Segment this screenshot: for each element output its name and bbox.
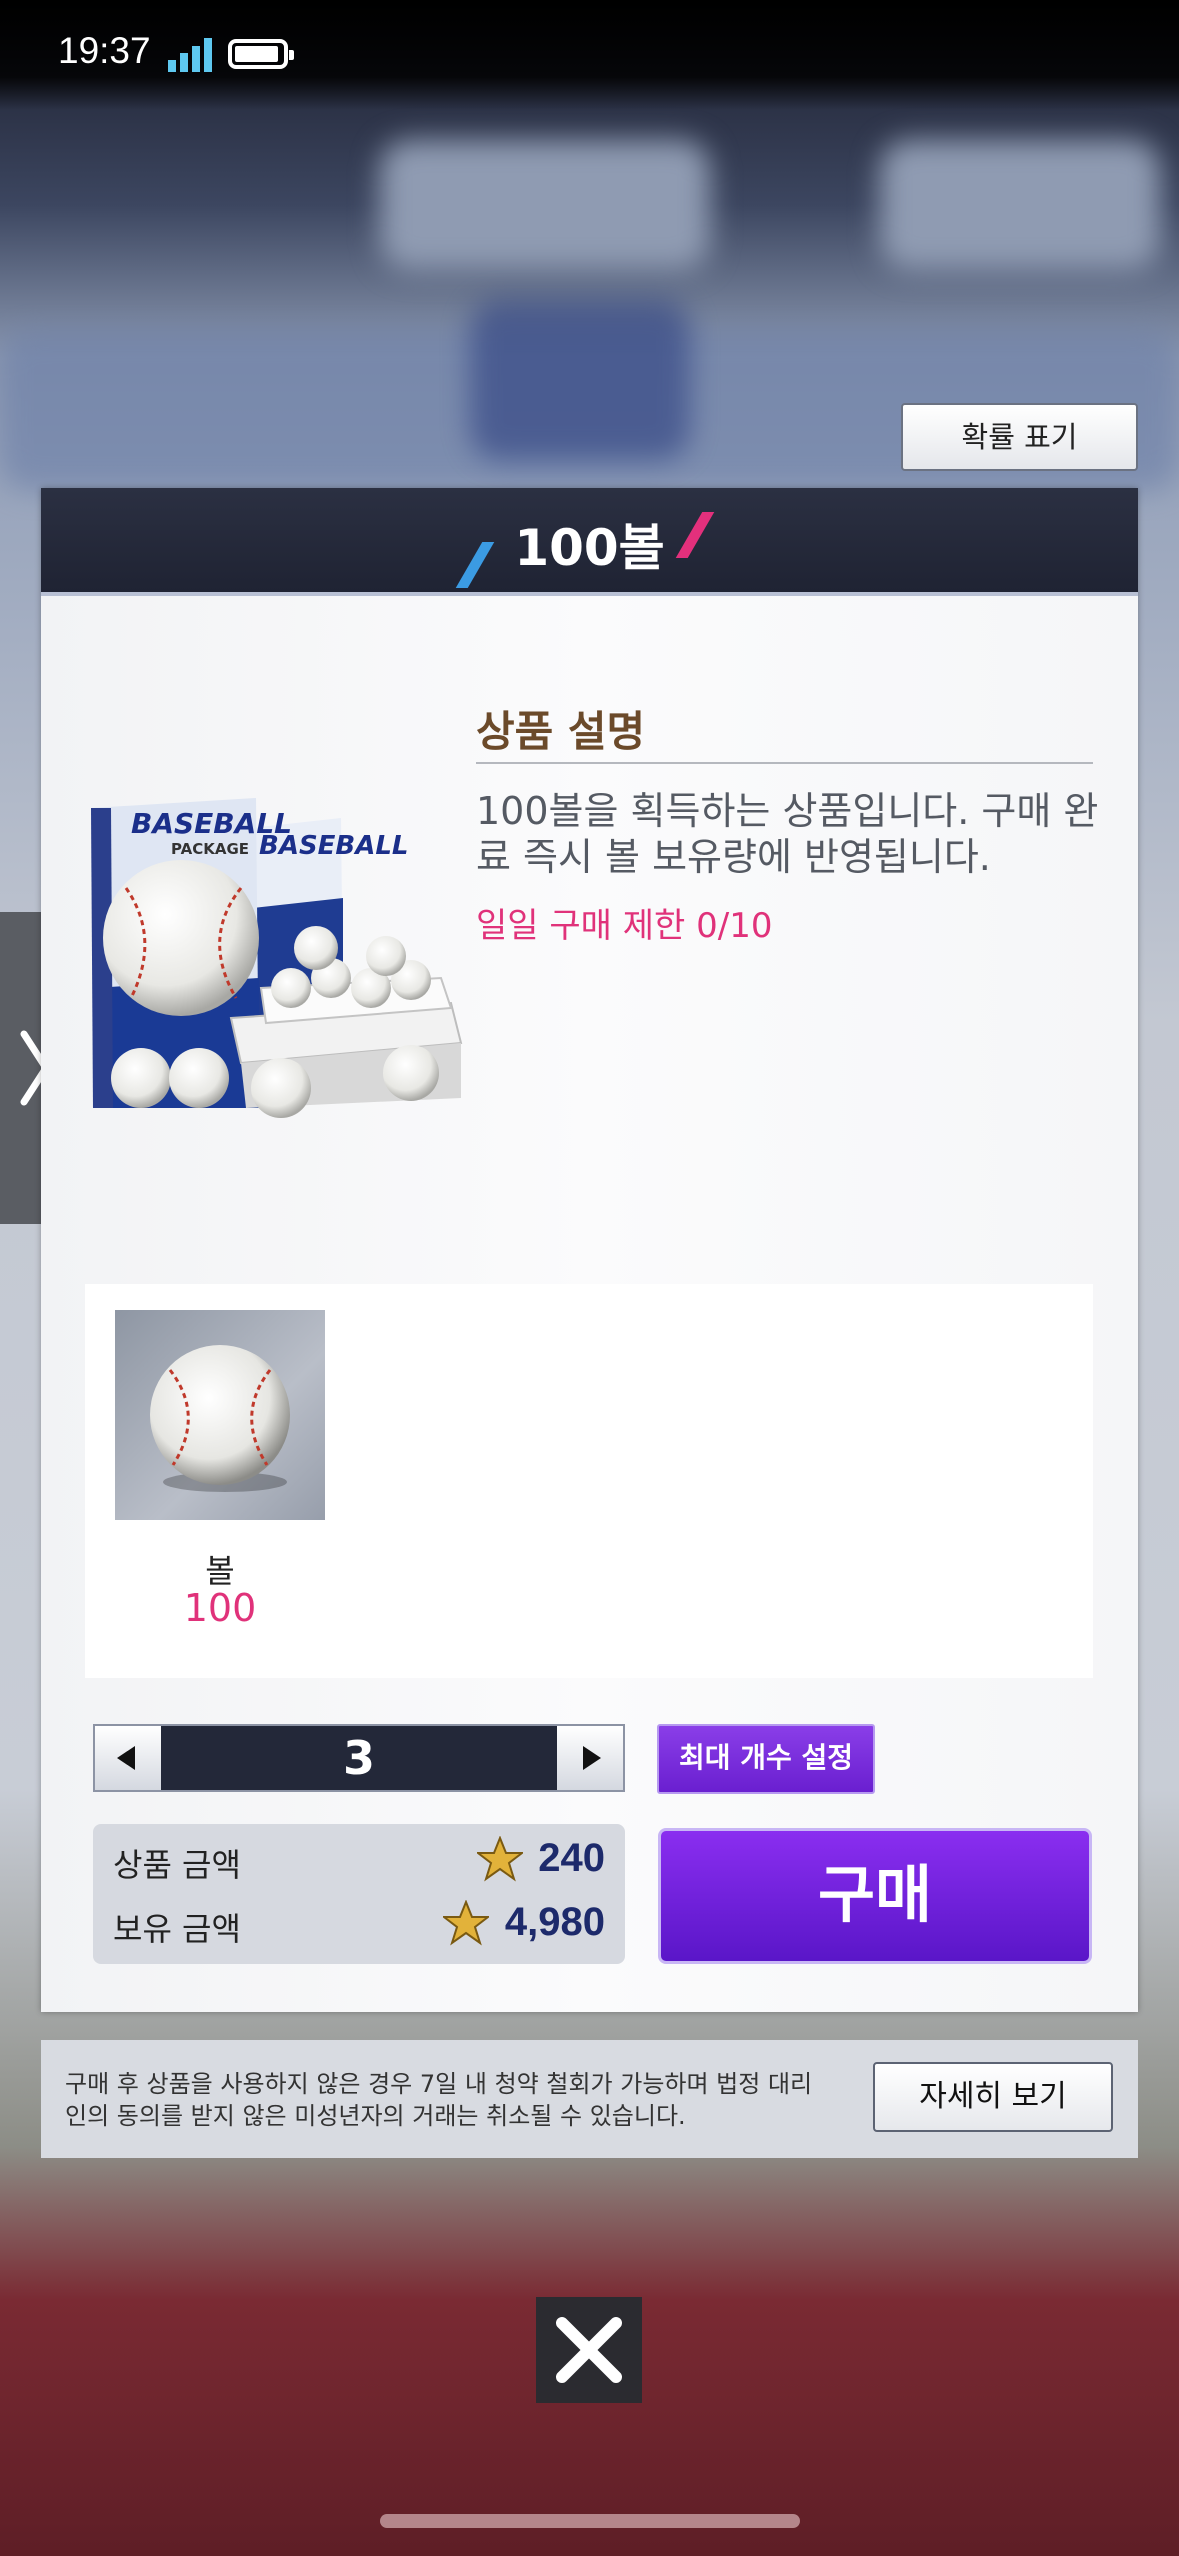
daily-limit-text: 일일 구매 제한 0/10 bbox=[476, 906, 773, 946]
max-quantity-button[interactable]: 최대 개수 설정 bbox=[657, 1724, 875, 1794]
signal-icon bbox=[168, 38, 212, 72]
price-label: 상품 금액 bbox=[113, 1846, 241, 1884]
baseball-icon bbox=[150, 1345, 290, 1492]
close-icon bbox=[556, 2317, 622, 2383]
buy-button[interactable]: 구매 bbox=[658, 1828, 1092, 1964]
reward-items-box: 볼 100 bbox=[85, 1284, 1093, 1678]
package-text: PACKAGE bbox=[171, 840, 249, 858]
status-time: 19:37 bbox=[58, 30, 151, 71]
baseball-package-image: BASEBALL BASEBALL PACKAGE bbox=[91, 798, 463, 1118]
view-details-button[interactable]: 자세히 보기 bbox=[873, 2062, 1113, 2132]
close-button[interactable] bbox=[536, 2297, 642, 2403]
price-summary: 상품 금액 240 보유 금액 4,980 bbox=[93, 1824, 625, 1964]
refund-notice: 구매 후 상품을 사용하지 않은 경우 7일 내 청약 철회가 가능하며 법정 … bbox=[41, 2040, 1138, 2158]
description-title: 상품 설명 bbox=[476, 707, 646, 756]
reward-item-tile[interactable] bbox=[115, 1310, 325, 1520]
reward-item-quantity: 100 bbox=[183, 1586, 257, 1630]
price-value: 240 bbox=[538, 1836, 605, 1880]
notice-text: 구매 후 상품을 사용하지 않은 경우 7일 내 청약 철회가 가능하며 법정 … bbox=[65, 2070, 813, 2130]
quantity-value[interactable]: 3 bbox=[161, 1726, 557, 1790]
description-text: 100볼을 획득하는 상품입니다. 구매 완료 즉시 볼 보유량에 반영됩니다. bbox=[476, 789, 1099, 879]
quantity-stepper: 3 bbox=[93, 1724, 625, 1792]
brand-text: BASEBALL bbox=[131, 807, 292, 840]
star-icon bbox=[477, 1836, 523, 1882]
star-icon bbox=[443, 1900, 489, 1946]
status-bar: 19:37 bbox=[0, 0, 1179, 110]
owned-label: 보유 금액 bbox=[113, 1910, 241, 1948]
owned-value: 4,980 bbox=[504, 1900, 605, 1944]
description-divider bbox=[476, 762, 1093, 764]
decrease-button[interactable] bbox=[95, 1726, 161, 1790]
increase-button[interactable] bbox=[557, 1726, 623, 1790]
panel-header: 100볼 bbox=[41, 488, 1138, 596]
purchase-panel: 100볼 BASEBALL BASEBALL PACKAGE 상품 설명 100… bbox=[41, 488, 1138, 2012]
battery-icon bbox=[228, 39, 294, 69]
home-indicator[interactable] bbox=[380, 2514, 800, 2528]
probability-button[interactable]: 확률 표기 bbox=[901, 403, 1138, 471]
panel-title: 100볼 bbox=[514, 519, 665, 577]
